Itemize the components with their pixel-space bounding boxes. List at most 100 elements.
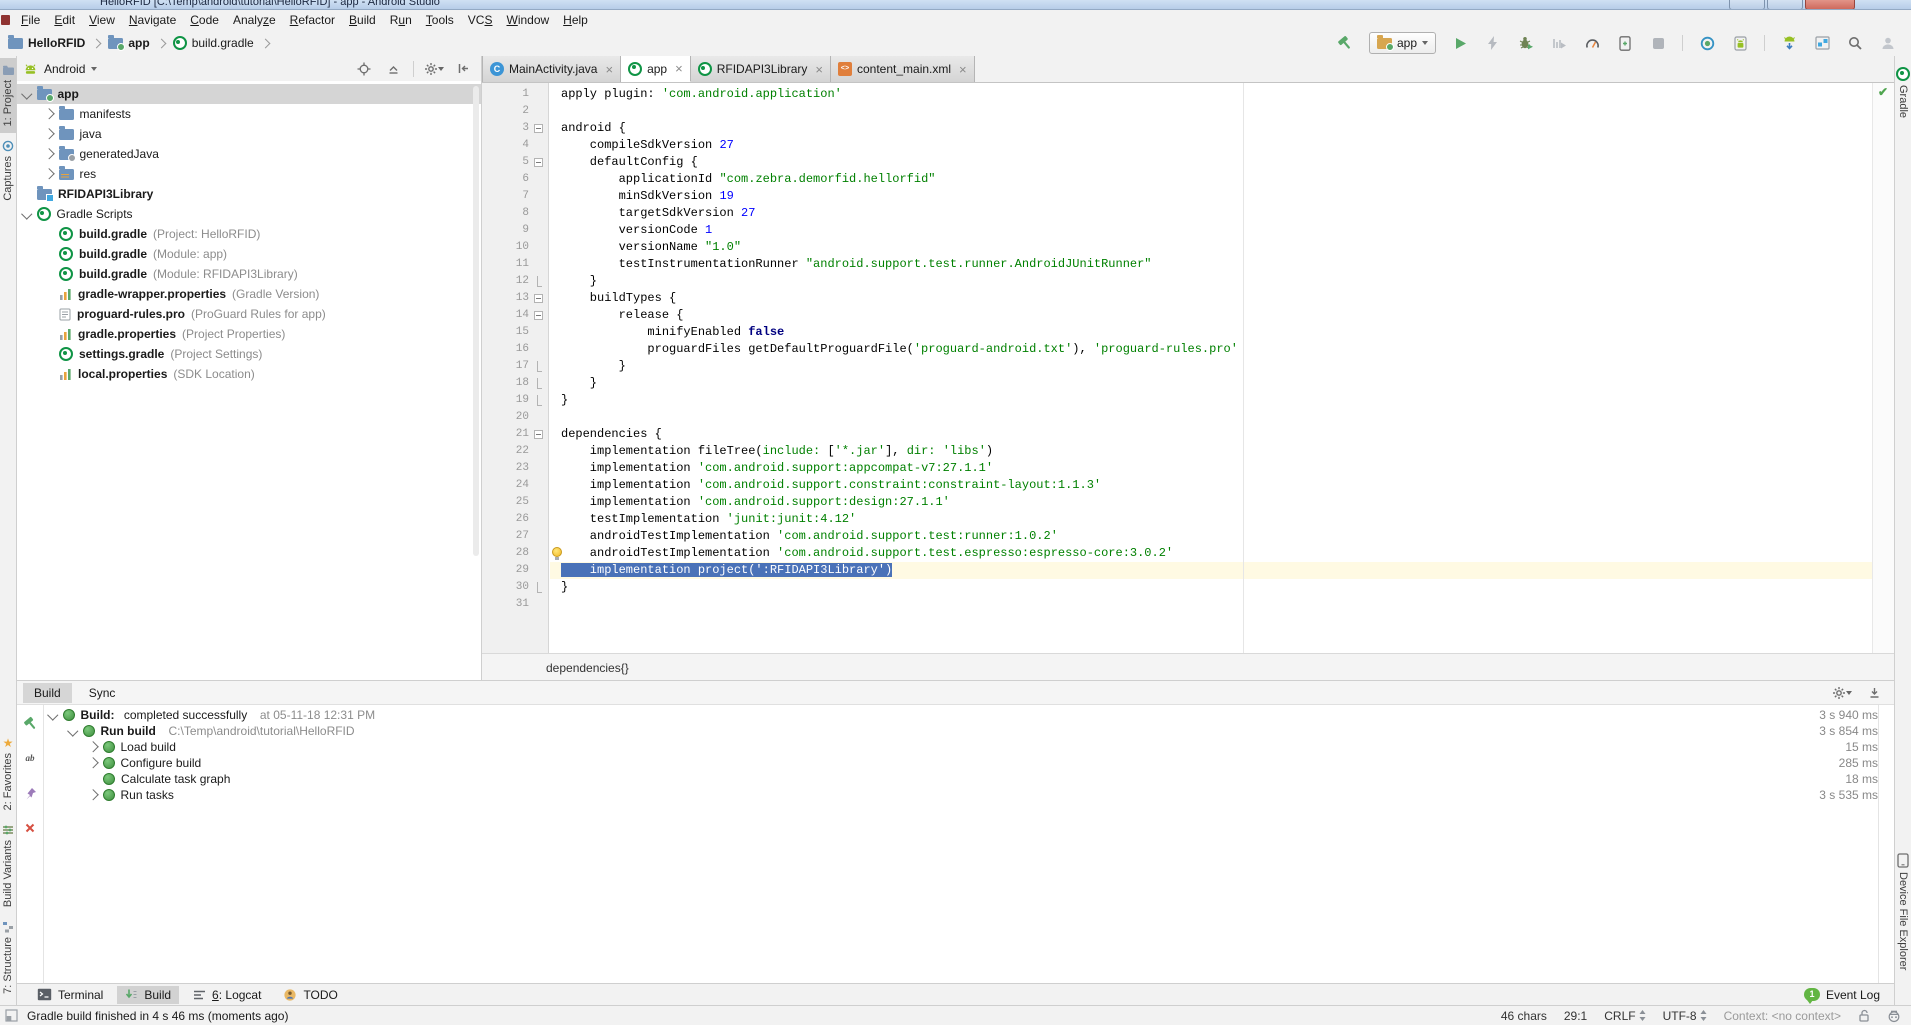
maximize-button[interactable] xyxy=(1767,0,1803,10)
breadcrumb-app[interactable]: app xyxy=(108,36,149,50)
tool-stripe-gradle[interactable]: Gradle xyxy=(1895,60,1911,125)
menu-tools[interactable]: Tools xyxy=(419,11,461,29)
expand-down-icon[interactable] xyxy=(47,710,58,721)
expand-right-icon[interactable] xyxy=(87,742,98,753)
editor-tab-mainactivity-java[interactable]: MainActivity.java× xyxy=(482,56,621,82)
tree-item-res[interactable]: res xyxy=(17,164,481,184)
breadcrumb-scope[interactable]: dependencies{} xyxy=(546,661,629,675)
code-editor[interactable]: 1234567891011121314151617181920212223242… xyxy=(482,83,1895,653)
menu-window[interactable]: Window xyxy=(499,11,556,29)
tree-item-gradle-properties-project-properties[interactable]: gradle.properties(Project Properties) xyxy=(17,324,481,344)
user-button[interactable] xyxy=(1879,33,1897,53)
layout-inspector-button[interactable] xyxy=(1813,33,1831,53)
fold-open-icon[interactable] xyxy=(534,294,543,303)
event-log-badge[interactable]: 1 xyxy=(1804,988,1820,1001)
editor-tab-app[interactable]: app× xyxy=(621,56,691,82)
tool-stripe-1-project[interactable]: 1: Project xyxy=(0,58,16,133)
tree-item-build-gradle-module-app[interactable]: build.gradle(Module: app) xyxy=(17,244,481,264)
tree-item-gradle-scripts[interactable]: Gradle Scripts xyxy=(17,204,481,224)
avd-manager-button[interactable] xyxy=(1731,33,1749,53)
menu-edit[interactable]: Edit xyxy=(47,11,82,29)
fold-close-icon[interactable] xyxy=(537,378,542,389)
caret-position[interactable]: 29:1 xyxy=(1564,1009,1587,1023)
tree-item-settings-gradle-project-settings[interactable]: settings.gradle(Project Settings) xyxy=(17,344,481,364)
fold-open-icon[interactable] xyxy=(534,430,543,439)
apply-changes-button[interactable] xyxy=(1484,33,1502,53)
close-button[interactable] xyxy=(1805,0,1855,10)
tool-stripe-captures[interactable]: Captures xyxy=(0,133,16,208)
fold-open-icon[interactable] xyxy=(534,311,543,320)
sync-project-button[interactable] xyxy=(1698,33,1716,53)
settings-gear-button[interactable] xyxy=(425,59,443,79)
menu-build[interactable]: Build xyxy=(342,11,383,29)
menu-code[interactable]: Code xyxy=(183,11,226,29)
build-row-calculate-task-graph[interactable]: Calculate task graph xyxy=(45,771,1735,787)
tree-item-generatedjava[interactable]: generatedJava xyxy=(17,144,481,164)
menu-help[interactable]: Help xyxy=(556,11,595,29)
fold-close-icon[interactable] xyxy=(537,582,542,593)
build-row-run-tasks[interactable]: Run tasks xyxy=(45,787,1735,803)
tree-item-build-gradle-project-hellorfid[interactable]: build.gradle(Project: HelloRFID) xyxy=(17,224,481,244)
run-button[interactable] xyxy=(1451,33,1469,53)
line-separator-selector[interactable]: CRLF xyxy=(1604,1009,1645,1023)
minimize-button[interactable] xyxy=(1729,0,1765,10)
lock-icon[interactable] xyxy=(1858,1009,1870,1022)
pin-button[interactable] xyxy=(21,783,39,803)
toolwindow-button-terminal[interactable]: Terminal xyxy=(29,986,111,1004)
toolwindow-switcher-icon[interactable] xyxy=(5,1009,18,1022)
expand-right-icon[interactable] xyxy=(43,149,54,160)
menu-run[interactable]: Run xyxy=(383,11,419,29)
expand-down-icon[interactable] xyxy=(21,209,32,220)
editor-tab-rfidapi3library[interactable]: RFIDAPI3Library× xyxy=(691,56,831,82)
menu-view[interactable]: View xyxy=(82,11,122,29)
search-everywhere-button[interactable] xyxy=(1846,33,1864,53)
tree-item-manifests[interactable]: manifests xyxy=(17,104,481,124)
tool-stripe-device-file-explorer[interactable]: Device File Explorer xyxy=(1895,846,1911,977)
profiler-button[interactable] xyxy=(1583,33,1601,53)
profile-button[interactable] xyxy=(1550,33,1568,53)
build-tab-sync[interactable]: Sync xyxy=(78,683,127,703)
tool-stripe-7-structure[interactable]: 7: Structure xyxy=(0,914,16,1001)
close-red-button[interactable] xyxy=(21,818,39,838)
menu-vcs[interactable]: VCS xyxy=(461,11,500,29)
minimize-panel-button[interactable] xyxy=(1865,683,1883,703)
menu-analyze[interactable]: Analyze xyxy=(226,11,283,29)
inspections-ok-icon[interactable] xyxy=(1878,86,1888,98)
tree-item-java[interactable]: java xyxy=(17,124,481,144)
filter-button[interactable] xyxy=(21,748,39,768)
build-tab-build[interactable]: Build xyxy=(23,683,72,703)
rerun-build-button[interactable] xyxy=(21,713,39,733)
toolwindow-button-todo[interactable]: TODO xyxy=(275,986,345,1004)
expand-down-icon[interactable] xyxy=(67,726,78,737)
collapse-all-button[interactable] xyxy=(384,59,402,79)
context-selector[interactable]: Context: <no context> xyxy=(1724,1009,1841,1023)
inspector-profile-icon[interactable] xyxy=(1887,1009,1901,1023)
expand-right-icon[interactable] xyxy=(87,790,98,801)
toolwindow-button-6-logcat[interactable]: 6: Logcat xyxy=(185,986,269,1004)
fold-close-icon[interactable] xyxy=(537,361,542,372)
fold-open-icon[interactable] xyxy=(534,158,543,167)
debug-button[interactable] xyxy=(1517,33,1535,53)
hide-panel-button[interactable] xyxy=(454,59,472,79)
event-log-button[interactable]: Event Log xyxy=(1826,988,1880,1002)
expand-right-icon[interactable] xyxy=(43,169,54,180)
tree-item-gradle-wrapper-properties-gradle-version[interactable]: gradle-wrapper.properties(Gradle Version… xyxy=(17,284,481,304)
toolwindow-button-build[interactable]: Build xyxy=(117,986,179,1004)
expand-down-icon[interactable] xyxy=(21,89,32,100)
project-tree-scrollbar[interactable] xyxy=(473,86,479,556)
build-row-configure-build[interactable]: Configure build xyxy=(45,755,1735,771)
build-row-build[interactable]: Build: completed successfully at 05-11-1… xyxy=(45,707,1735,723)
bulb-icon[interactable] xyxy=(552,547,562,557)
locate-button[interactable] xyxy=(355,59,373,79)
expand-right-icon[interactable] xyxy=(43,109,54,120)
settings-gear-button[interactable] xyxy=(1833,683,1851,703)
breadcrumb-hellorfid[interactable]: HelloRFID xyxy=(8,36,85,50)
stop-button[interactable] xyxy=(1649,33,1667,53)
fold-close-icon[interactable] xyxy=(537,395,542,406)
make-button[interactable] xyxy=(1336,33,1354,53)
encoding-selector[interactable]: UTF-8 xyxy=(1663,1009,1707,1023)
tree-item-proguard-rules-pro-proguard-rules-for-app[interactable]: proguard-rules.pro(ProGuard Rules for ap… xyxy=(17,304,481,324)
tree-item-app[interactable]: app xyxy=(17,84,481,104)
close-tab-icon[interactable]: × xyxy=(815,63,823,76)
build-row-load-build[interactable]: Load build xyxy=(45,739,1735,755)
